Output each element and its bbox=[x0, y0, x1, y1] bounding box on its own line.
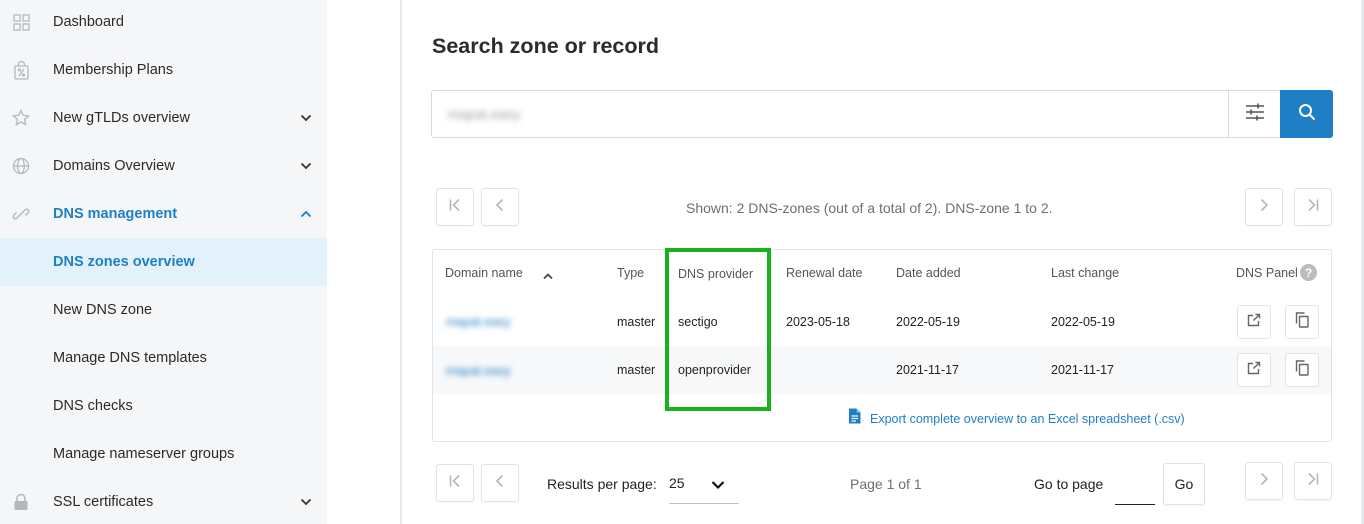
copy-icon bbox=[1295, 359, 1309, 381]
copy-icon bbox=[1295, 311, 1309, 333]
sidebar-item-dns-zones-overview[interactable]: DNS zones overview bbox=[0, 238, 327, 286]
last-change: 2021-11-17 bbox=[1051, 363, 1115, 377]
domain-link[interactable]: mapat.easy bbox=[446, 315, 511, 329]
sidebar-item-dashboard[interactable]: Dashboard bbox=[0, 0, 327, 46]
sidebar-item-label: DNS zones overview bbox=[53, 254, 195, 270]
go-button[interactable]: Go bbox=[1163, 463, 1205, 505]
date-added: 2021-11-17 bbox=[896, 363, 960, 377]
star-icon bbox=[11, 108, 31, 128]
chevron-right-icon bbox=[1257, 198, 1271, 217]
results-summary: Shown: 2 DNS-zones (out of a total of 2)… bbox=[686, 200, 1053, 216]
search-value: mapat.easy bbox=[448, 106, 521, 122]
sidebar-item-domains-overview[interactable]: Domains Overview bbox=[0, 142, 327, 190]
filter-button[interactable] bbox=[1228, 91, 1280, 137]
sidebar-item-label: Manage DNS templates bbox=[53, 350, 207, 366]
column-header-date-added: Date added bbox=[896, 266, 961, 280]
zone-type: master bbox=[617, 363, 656, 377]
copy-zone-button[interactable] bbox=[1285, 305, 1319, 339]
sidebar-item-membership-plans[interactable]: Membership Plans bbox=[0, 46, 327, 94]
results-per-page-select[interactable]: 25 bbox=[669, 468, 739, 504]
prev-page-button[interactable] bbox=[481, 464, 519, 502]
chevron-left-icon bbox=[493, 474, 507, 493]
sidebar-item-label: SSL certificates bbox=[53, 494, 154, 510]
external-link-icon bbox=[1247, 313, 1261, 332]
table-row-stripe bbox=[433, 346, 1331, 394]
sliders-icon bbox=[1245, 103, 1265, 126]
page-indicator: Page 1 of 1 bbox=[850, 476, 922, 492]
dns-provider-highlight bbox=[665, 248, 771, 411]
export-csv-link[interactable]: Export complete overview to an Excel spr… bbox=[848, 408, 1185, 429]
go-to-page-input[interactable] bbox=[1115, 472, 1155, 505]
sidebar-item-label: DNS management bbox=[53, 206, 178, 222]
open-dns-panel-button[interactable] bbox=[1237, 305, 1271, 339]
first-page-button[interactable] bbox=[436, 188, 474, 226]
sidebar-item-label: New gTLDs overview bbox=[53, 110, 190, 126]
link-icon bbox=[11, 204, 31, 224]
renewal-date: 2023-05-18 bbox=[786, 315, 850, 329]
last-change: 2022-05-19 bbox=[1051, 315, 1115, 329]
chevron-down-icon bbox=[711, 477, 725, 495]
external-link-icon bbox=[1247, 361, 1261, 380]
column-header-domain[interactable]: Domain name bbox=[445, 266, 523, 280]
column-header-last-change: Last change bbox=[1051, 266, 1120, 280]
chevron-up-icon bbox=[298, 206, 314, 222]
first-page-icon bbox=[448, 474, 462, 493]
sidebar-item-label: Dashboard bbox=[53, 14, 124, 30]
panel-divider bbox=[400, 0, 402, 524]
globe-icon bbox=[11, 156, 31, 176]
date-added: 2022-05-19 bbox=[896, 315, 960, 329]
first-page-button[interactable] bbox=[436, 464, 474, 502]
search-icon bbox=[1298, 103, 1316, 126]
column-header-renewal-date: Renewal date bbox=[786, 266, 863, 280]
sidebar-item-manage-dns-templates[interactable]: Manage DNS templates bbox=[0, 334, 327, 382]
search-bar: mapat.easy bbox=[431, 90, 1333, 138]
last-page-button[interactable] bbox=[1294, 188, 1332, 226]
lock-icon bbox=[11, 492, 31, 512]
first-page-icon bbox=[448, 198, 462, 217]
chevron-down-icon bbox=[298, 110, 314, 126]
next-page-button[interactable] bbox=[1245, 462, 1283, 500]
chevron-right-icon bbox=[1257, 472, 1271, 491]
chevron-down-icon bbox=[298, 494, 314, 510]
sidebar-item-label: Domains Overview bbox=[53, 158, 175, 174]
page-title: Search zone or record bbox=[432, 34, 660, 58]
chevron-left-icon bbox=[493, 198, 507, 217]
sidebar-item-label: Manage nameserver groups bbox=[53, 446, 235, 462]
zone-type: master bbox=[617, 315, 656, 329]
sidebar-item-dns-management[interactable]: DNS management bbox=[0, 190, 327, 238]
sidebar-item-label: New DNS zone bbox=[53, 302, 153, 318]
document-icon bbox=[848, 408, 861, 429]
column-header-type: Type bbox=[617, 266, 645, 280]
sidebar-item-ssl-certificates[interactable]: SSL certificates bbox=[0, 478, 327, 524]
sidebar-item-label: Membership Plans bbox=[53, 62, 174, 78]
help-icon[interactable]: ? bbox=[1300, 264, 1317, 281]
sidebar-item-dns-checks[interactable]: DNS checks bbox=[0, 382, 327, 430]
sort-asc-icon[interactable] bbox=[542, 267, 554, 285]
last-page-button[interactable] bbox=[1294, 462, 1332, 500]
last-page-icon bbox=[1306, 472, 1320, 491]
search-button[interactable] bbox=[1280, 90, 1333, 138]
sidebar-item-label: DNS checks bbox=[53, 398, 133, 414]
results-per-page-label: Results per page: bbox=[547, 476, 657, 492]
percent-bag-icon bbox=[11, 60, 31, 80]
domain-link[interactable]: mapat.easy bbox=[446, 364, 511, 378]
prev-page-button[interactable] bbox=[481, 188, 519, 226]
go-to-page-label: Go to page bbox=[1034, 476, 1104, 492]
copy-zone-button[interactable] bbox=[1285, 353, 1319, 387]
last-page-icon bbox=[1306, 198, 1320, 217]
search-input[interactable] bbox=[446, 103, 1206, 127]
chevron-down-icon bbox=[298, 158, 314, 174]
grid-icon bbox=[11, 12, 31, 32]
results-per-page-value: 25 bbox=[669, 475, 685, 491]
next-page-button[interactable] bbox=[1245, 188, 1283, 226]
sidebar-item-nameserver-groups[interactable]: Manage nameserver groups bbox=[0, 430, 327, 478]
spacer-column bbox=[327, 0, 400, 524]
sidebar-item-new-dns-zone[interactable]: New DNS zone bbox=[0, 286, 327, 334]
column-header-dns-panel: DNS Panel bbox=[1236, 266, 1298, 280]
app-window: Dashboard Membership Plans New gTLDs ove… bbox=[0, 0, 1364, 524]
sidebar-item-new-gtlds[interactable]: New gTLDs overview bbox=[0, 94, 327, 142]
sidebar: Dashboard Membership Plans New gTLDs ove… bbox=[0, 0, 327, 524]
export-csv-label: Export complete overview to an Excel spr… bbox=[870, 411, 1185, 426]
open-dns-panel-button[interactable] bbox=[1237, 353, 1271, 387]
